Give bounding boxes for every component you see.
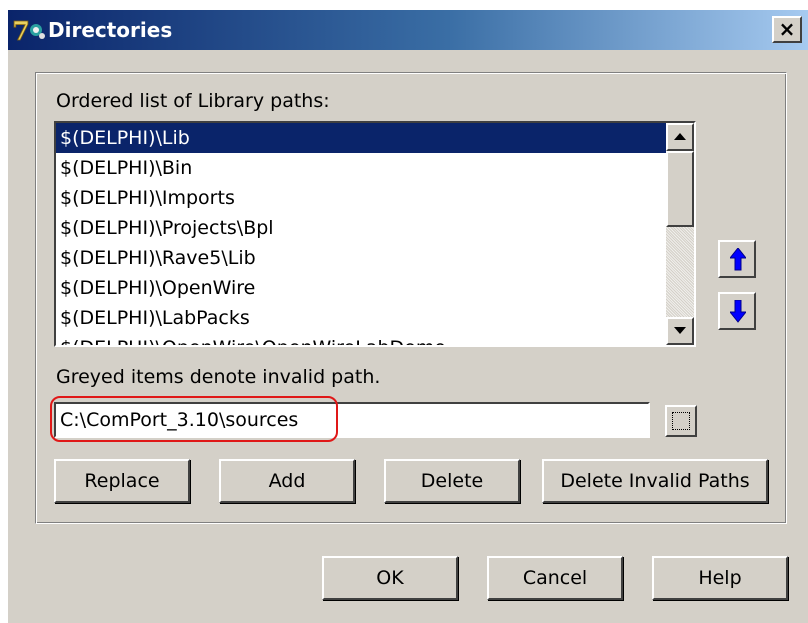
ok-button-label: OK [376, 567, 404, 589]
add-button-label: Add [268, 470, 306, 492]
list-item[interactable]: $(DELPHI)\OpenWire\OpenWireLabDemo [56, 333, 666, 345]
window-title: Directories [48, 18, 173, 42]
list-vertical-scrollbar[interactable] [666, 123, 694, 345]
list-item[interactable]: $(DELPHI)\LabPacks [56, 303, 666, 333]
invalid-path-note: Greyed items denote invalid path. [56, 366, 381, 388]
move-down-button[interactable] [718, 292, 756, 330]
close-button[interactable]: × [772, 16, 802, 43]
scroll-up-button[interactable] [666, 123, 694, 151]
list-item[interactable]: $(DELPHI)\Projects\Bpl [56, 213, 666, 243]
list-item[interactable]: $(DELPHI)\Imports [56, 183, 666, 213]
library-paths-items: $(DELPHI)\Lib $(DELPHI)\Bin $(DELPHI)\Impo… [56, 123, 666, 345]
delete-invalid-paths-label: Delete Invalid Paths [560, 470, 750, 492]
delete-button-label: Delete [420, 470, 484, 492]
library-list-label: Ordered list of Library paths: [56, 90, 330, 112]
scroll-down-button[interactable] [666, 317, 694, 345]
add-button[interactable]: Add [219, 459, 355, 503]
list-item[interactable]: $(DELPHI)\Bin [56, 153, 666, 183]
svg-text:7: 7 [12, 17, 30, 44]
ellipsis-browse-icon [672, 412, 690, 430]
browse-button[interactable] [665, 405, 697, 437]
app-7-icon: 7 [12, 16, 46, 47]
delete-button[interactable]: Delete [384, 459, 520, 503]
help-button-label: Help [698, 567, 742, 589]
list-item[interactable]: $(DELPHI)\Lib [56, 123, 666, 153]
blue-down-arrow-icon [730, 300, 746, 323]
cancel-button-label: Cancel [522, 567, 588, 589]
library-paths-list[interactable]: $(DELPHI)\Lib $(DELPHI)\Bin $(DELPHI)\Impo… [54, 121, 696, 347]
scroll-up-arrow-icon [674, 133, 686, 140]
title-bar[interactable]: 7 Directories × [8, 10, 808, 50]
replace-button[interactable]: Replace [54, 459, 190, 503]
scroll-down-arrow-icon [674, 327, 686, 334]
path-input[interactable] [54, 402, 650, 438]
replace-button-label: Replace [84, 470, 160, 492]
list-item[interactable]: $(DELPHI)\OpenWire [56, 273, 666, 303]
cancel-button[interactable]: Cancel [487, 556, 623, 600]
close-icon: × [778, 17, 796, 41]
scroll-thumb[interactable] [666, 151, 694, 227]
ok-button[interactable]: OK [322, 556, 458, 600]
list-item[interactable]: $(DELPHI)\Rave5\Lib [56, 243, 666, 273]
help-button[interactable]: Help [652, 556, 788, 600]
move-up-button[interactable] [718, 240, 756, 278]
directories-dialog: 7 Directories × Ordered list of Library … [8, 10, 808, 623]
delete-invalid-paths-button[interactable]: Delete Invalid Paths [542, 459, 768, 503]
blue-up-arrow-icon [730, 248, 746, 271]
